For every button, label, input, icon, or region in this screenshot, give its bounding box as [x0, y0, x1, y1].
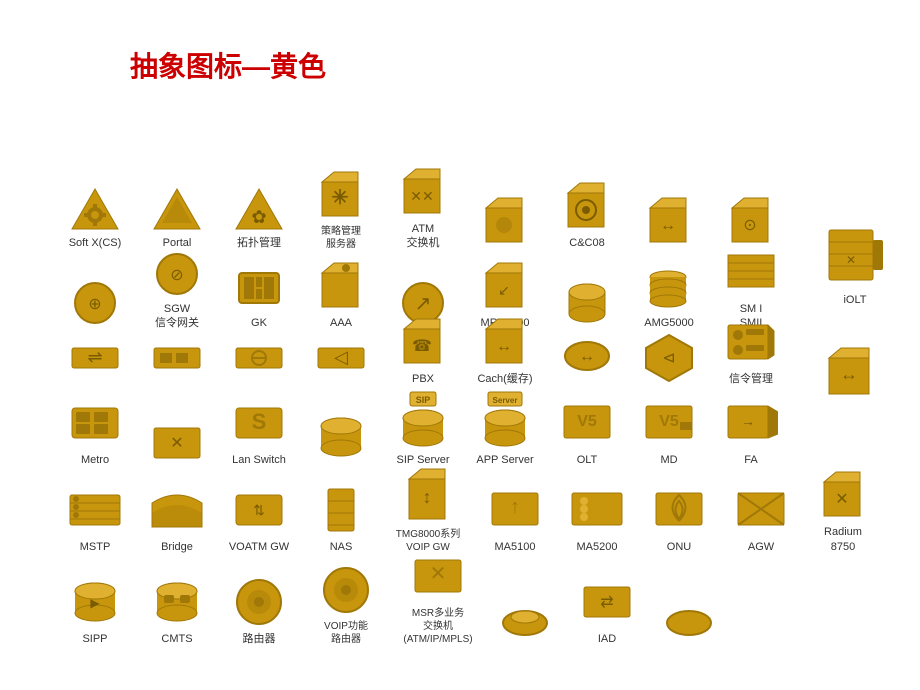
icon-cc08[interactable]: C&C08 [547, 179, 627, 250]
icon-agw[interactable]: AGW [721, 483, 801, 554]
page-title: 抽象图标—黄色 [130, 45, 326, 85]
icon-softx[interactable]: Soft X(CS) [55, 181, 135, 251]
svg-text:✕: ✕ [430, 563, 447, 585]
svg-text:V5: V5 [577, 413, 597, 430]
icon-onu[interactable]: ONU [639, 483, 719, 554]
svg-text:↔: ↔ [840, 364, 858, 384]
svg-text:↗: ↗ [415, 293, 432, 315]
icon-sipserver[interactable]: SIP SIP Server [383, 390, 463, 467]
icon-olt[interactable]: V5 OLT [547, 396, 627, 467]
icon-unknown10[interactable]: ◁ [301, 316, 381, 386]
icon-mstp[interactable]: MSTP [55, 483, 135, 554]
icon-unknown9[interactable] [219, 316, 299, 386]
icon-unknown8[interactable] [137, 316, 217, 386]
icon-ma5200[interactable]: MA5200 [557, 483, 637, 554]
icon-tmg8000[interactable]: ↕ TMG8000系列VOIP GW [383, 465, 473, 554]
svg-text:✿: ✿ [251, 207, 266, 227]
svg-text:☎: ☎ [412, 338, 432, 355]
svg-text:↔: ↔ [579, 348, 595, 365]
icon-unknown11[interactable]: ↔ [547, 316, 627, 386]
svg-text:⇅: ⇅ [253, 502, 265, 518]
icon-policy[interactable]: ✳ 策略管理服务器 [301, 168, 381, 251]
icon-topology[interactable]: ✿ 拓扑管理 [219, 181, 299, 251]
svg-text:↕: ↕ [423, 487, 432, 507]
icon-iolt[interactable]: ✕ iOLT [815, 220, 895, 307]
svg-text:→: → [741, 413, 755, 429]
icon-unknown2[interactable]: ↔ [629, 181, 709, 251]
icon-cmts[interactable]: CMTS [137, 575, 217, 646]
icon-nas[interactable]: NAS [301, 483, 381, 554]
svg-text:✕: ✕ [846, 253, 856, 267]
svg-text:▶: ▶ [90, 596, 100, 610]
icon-bridge[interactable]: Bridge [137, 483, 217, 554]
svg-text:⇌: ⇌ [87, 347, 102, 367]
svg-text:✳: ✳ [332, 187, 349, 209]
icon-portal[interactable]: Portal [137, 181, 217, 251]
icon-unknown14[interactable] [301, 397, 381, 467]
icon-msr[interactable]: ✕ MSR多业务交换机(ATM/IP/MPLS) [393, 550, 483, 646]
svg-text:⊲: ⊲ [662, 350, 675, 367]
icon-unknown3[interactable]: ⊙ [711, 181, 791, 251]
icon-sipp[interactable]: ▶ SIPP [55, 575, 135, 646]
icon-unknown1[interactable] [465, 181, 545, 251]
icon-metro[interactable]: Metro [55, 396, 135, 467]
svg-text:✕: ✕ [170, 435, 183, 452]
svg-text:◁: ◁ [334, 347, 348, 367]
svg-text:⊕: ⊕ [88, 296, 101, 313]
svg-text:V5: V5 [659, 413, 679, 430]
icon-unknown13[interactable]: ✕ [137, 397, 217, 467]
icon-router[interactable]: 路由器 [219, 575, 299, 646]
icon-unknown16[interactable] [649, 576, 729, 646]
icon-appserver[interactable]: Server APP Server [465, 390, 545, 467]
svg-text:✕: ✕ [835, 491, 848, 508]
icon-voipfunc[interactable]: VOIP功能路由器 [301, 563, 391, 646]
icon-fa[interactable]: → FA [711, 396, 791, 467]
svg-text:Server: Server [493, 396, 518, 405]
svg-text:⇄: ⇄ [600, 594, 613, 611]
icon-radium8750[interactable]: ✕ Radium8750 [803, 468, 883, 554]
icon-ma5100[interactable]: ↑ MA5100 [475, 483, 555, 554]
icon-atm[interactable]: ✕✕ ATM交换机 [383, 165, 463, 251]
icon-unknown12[interactable]: ⊲ [629, 316, 709, 386]
svg-text:⊘: ⊘ [170, 267, 183, 284]
svg-text:↙: ↙ [498, 282, 510, 298]
svg-text:↔: ↔ [496, 338, 512, 355]
svg-text:↑: ↑ [510, 496, 520, 518]
icon-voatmgw[interactable]: ⇅ VOATM GW [219, 483, 299, 554]
icon-cache[interactable]: ↔ Cach(缓存) [465, 315, 545, 386]
svg-text:S: S [252, 409, 267, 434]
icon-md[interactable]: V5 MD [629, 396, 709, 467]
svg-text:✕✕: ✕✕ [410, 188, 433, 204]
icon-unknown15[interactable] [485, 576, 565, 646]
icon-unknown7[interactable]: ⇌ [55, 316, 135, 386]
icon-iad[interactable]: ⇄ IAD [567, 575, 647, 646]
svg-text:⊙: ⊙ [743, 217, 756, 234]
icon-sigling[interactable]: 信令管理 [711, 315, 791, 386]
icon-special-right[interactable]: ↔ [815, 337, 895, 407]
icon-pbx[interactable]: ☎ PBX [383, 315, 463, 386]
icon-lanswitch[interactable]: S Lan Switch [219, 396, 299, 467]
svg-text:↔: ↔ [660, 217, 676, 234]
svg-text:SIP: SIP [416, 395, 431, 405]
